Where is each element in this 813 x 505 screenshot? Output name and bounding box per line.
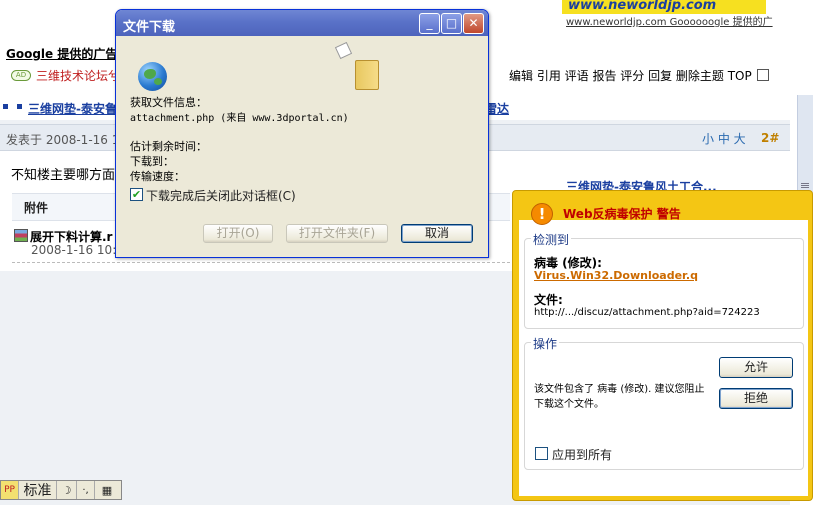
half-full-width-icon[interactable]: ☽ xyxy=(57,481,77,499)
dialog-title: 文件下载 xyxy=(123,20,176,35)
time-left-label: 估计剩余时间： xyxy=(130,140,207,153)
ime-mode-toggle[interactable]: 标准 xyxy=(19,481,57,499)
font-size-controls[interactable]: 小 中 大 xyxy=(702,130,746,147)
close-on-complete-checkbox[interactable]: ✔ xyxy=(130,188,143,201)
ad-banner-text: www.neworldjp.com xyxy=(568,0,717,13)
soft-keyboard-icon[interactable]: ▦ xyxy=(95,481,119,499)
google-ads-title[interactable]: Google 提供的广告 xyxy=(6,45,117,62)
close-button[interactable]: ✕ xyxy=(463,13,484,34)
virus-name-link[interactable]: Virus.Win32.Downloader.q xyxy=(534,269,698,282)
post-date: 发表于 2008-1-16 10 xyxy=(6,133,128,147)
scrollbar-grip-icon xyxy=(801,183,809,184)
allow-button[interactable]: 允许 xyxy=(719,357,793,378)
cancel-button[interactable]: 取消 xyxy=(401,224,473,243)
file-source-text: attachment.php (来自 www.3dportal.cn) xyxy=(130,113,349,124)
file-path: http://.../discuz/attachment.php?aid=724… xyxy=(534,307,760,318)
dashed-divider xyxy=(12,262,510,263)
apply-to-all-checkbox[interactable] xyxy=(535,447,548,460)
open-folder-button[interactable]: 打开文件夹(F) xyxy=(286,224,388,243)
ad-link[interactable]: 三维技术论坛兮 xyxy=(36,67,120,84)
globe-icon xyxy=(138,62,167,91)
folder-icon xyxy=(355,60,379,90)
punctuation-icon[interactable]: ·, xyxy=(77,481,95,499)
ad-banner[interactable]: www.neworldjp.com xyxy=(562,0,766,14)
topic-tools-menu[interactable]: 编辑 引用 评语 报告 评分 回复 删除主题 TOP xyxy=(509,67,752,84)
maximize-button[interactable]: □ xyxy=(441,13,462,34)
ime-toolbar: PP 标准 ☽ ·, ▦ xyxy=(0,480,122,500)
floor-number: 2# xyxy=(761,131,780,145)
ime-logo-icon[interactable]: PP xyxy=(1,481,19,499)
getting-info-label: 获取文件信息： xyxy=(130,96,207,109)
warning-icon: ! xyxy=(531,203,553,225)
deny-button[interactable]: 拒绝 xyxy=(719,388,793,409)
minimize-button[interactable]: _ xyxy=(419,13,440,34)
dialog-titlebar[interactable]: 文件下载 _ □ ✕ xyxy=(116,10,488,36)
alert-title: Web反病毒保护 警告 xyxy=(563,207,681,221)
open-button[interactable]: 打开(O) xyxy=(203,224,273,243)
apply-to-all-label[interactable]: 应用到所有 xyxy=(552,446,612,463)
detected-group-label: 检测到 xyxy=(531,231,572,248)
bullet-icon xyxy=(3,104,8,109)
recommendation-message: 该文件包含了 病毒 (修改). 建议您阻止下载这个文件。 xyxy=(534,384,705,410)
transfer-rate-label: 传输速度： xyxy=(130,170,185,183)
bullet-icon xyxy=(17,104,22,109)
ad-banner-sub-link[interactable]: www.neworldjp.com Goooooogle 提供的广 xyxy=(566,13,773,28)
attachment-heading: 附件 xyxy=(24,201,49,215)
archive-file-icon xyxy=(14,229,28,242)
topic-select-checkbox[interactable] xyxy=(757,69,769,81)
thread-link-prev[interactable]: 三维网垫-泰安鲁 xyxy=(28,100,117,117)
file-download-dialog: 文件下载 _ □ ✕ xyxy=(115,9,489,258)
ad-badge: AD xyxy=(11,70,31,81)
download-to-label: 下载到： xyxy=(130,155,174,168)
file-label: 文件: xyxy=(534,293,563,307)
post-text: 不知楼主要哪方面 xyxy=(11,168,116,183)
attachment-date: 2008-1-16 10:1 xyxy=(31,243,124,257)
actions-group-label: 操作 xyxy=(531,335,560,352)
close-on-complete-label[interactable]: 下载完成后关闭此对话框(C) xyxy=(146,187,296,204)
